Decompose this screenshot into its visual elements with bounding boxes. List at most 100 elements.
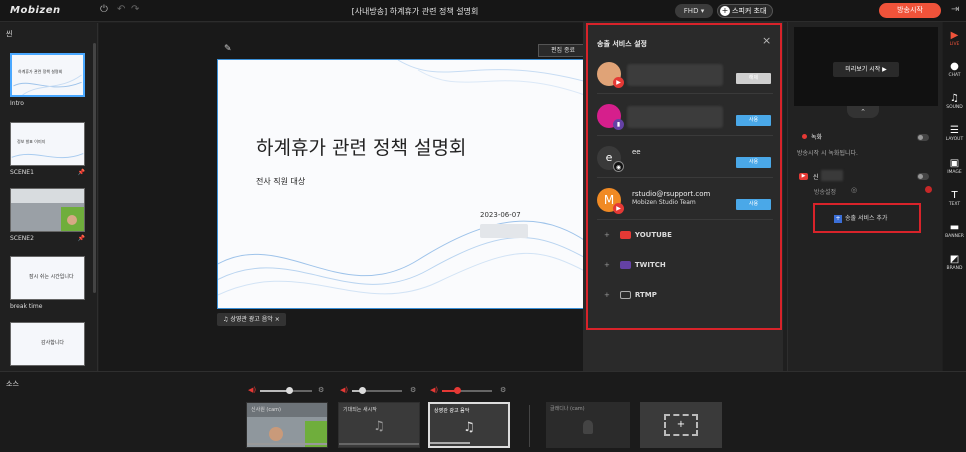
- scene-scrollbar[interactable]: [93, 43, 96, 293]
- remove-icon[interactable]: [925, 186, 932, 193]
- music-note-icon: ♫: [223, 316, 229, 323]
- source-item-music2[interactable]: 상영관 광고 음악 ♫: [428, 402, 510, 448]
- broadcast-settings-link[interactable]: 방송설정: [814, 187, 836, 196]
- scene-item-break[interactable]: 잠시 쉬는 시간입니다 break time: [10, 256, 85, 310]
- record-description: 방송시작 시 녹화됩니다.: [797, 150, 858, 157]
- rtmp-icon: [619, 291, 631, 299]
- source-item-camera[interactable]: 신사원 (cam): [246, 402, 328, 448]
- use-button[interactable]: 사용: [736, 115, 771, 126]
- rail-live[interactable]: ▶ LIVE: [943, 30, 966, 47]
- invite-speaker-button[interactable]: + 스피커 초대: [717, 4, 773, 18]
- account-team: Mobizen Studio Team: [632, 199, 696, 206]
- quality-select[interactable]: FHD ▾: [675, 4, 713, 18]
- pin-icon[interactable]: 📌: [78, 169, 85, 176]
- rail-label: LIVE: [949, 42, 960, 47]
- close-icon[interactable]: ×: [762, 34, 771, 47]
- disconnect-button[interactable]: 해제: [736, 73, 771, 84]
- blurred-account-name: [627, 64, 723, 86]
- scene-label: Intro: [10, 100, 24, 107]
- rail-image[interactable]: ▣ IMAGE: [943, 158, 966, 175]
- scene-thumbnail: 잠시 쉬는 시간입니다: [10, 256, 85, 300]
- blurred-account-name: [627, 106, 723, 128]
- source-volume-control[interactable]: ◀) ⚙: [430, 386, 510, 395]
- account-name: ee: [632, 148, 641, 156]
- person-graphic: [269, 427, 283, 441]
- start-broadcast-button[interactable]: 방송시작: [879, 3, 941, 18]
- youtube-icon: [619, 231, 631, 239]
- end-edit-button[interactable]: 편집 종료: [538, 44, 588, 57]
- volume-knob[interactable]: [285, 387, 293, 394]
- add-youtube-service[interactable]: + YOUTUBE: [604, 231, 672, 239]
- service-name: RTMP: [634, 291, 657, 299]
- gear-icon[interactable]: ⚙: [500, 386, 506, 394]
- rail-chat[interactable]: ● CHAT: [943, 61, 966, 78]
- plus-icon: +: [834, 215, 842, 223]
- music-tag[interactable]: ♫ 상영관 광고 음악 ×: [217, 313, 286, 326]
- layout-icon: ☰: [950, 125, 959, 136]
- scene-label: SCENE2: [10, 235, 34, 242]
- rail-layout[interactable]: ☰ LAYOUT: [943, 125, 966, 142]
- gear-icon[interactable]: ⚙: [318, 386, 324, 394]
- collapse-button[interactable]: ⌃: [847, 106, 879, 118]
- use-button[interactable]: 사용: [736, 199, 771, 210]
- source-item-music1[interactable]: 기대되는 새시작 ♫: [338, 402, 420, 448]
- scene-item-scene1[interactable]: 정보 발표 이미지 SCENE1 📌: [10, 122, 85, 176]
- record-toggle[interactable]: [917, 134, 929, 141]
- source-volume-control[interactable]: ◀) ⚙: [248, 386, 328, 395]
- rtmp-icon: ◉: [613, 161, 624, 172]
- twitch-icon: ▮: [613, 119, 624, 130]
- add-twitch-service[interactable]: + TWITCH: [604, 261, 666, 269]
- add-film-icon: +: [664, 414, 698, 436]
- dialog-title: 송출 서비스 설정: [597, 40, 647, 48]
- scene-panel-title: 씬: [6, 30, 13, 38]
- progress-bar: [247, 443, 327, 445]
- gear-icon[interactable]: ⚙: [410, 386, 416, 394]
- rail-sound[interactable]: ♫ SOUND: [943, 93, 966, 110]
- sound-icon: ♫: [950, 93, 959, 104]
- source-name: 신사원 (cam): [251, 407, 281, 413]
- volume-knob[interactable]: [454, 387, 461, 394]
- scene-thumbnail: [10, 188, 85, 232]
- eye-icon[interactable]: ◎: [851, 186, 857, 194]
- use-button[interactable]: 사용: [736, 157, 771, 168]
- youtube-icon: ▶: [613, 203, 624, 214]
- rail-brand[interactable]: ◩ BRAND: [943, 254, 966, 271]
- draw-icon[interactable]: ✎: [224, 44, 232, 54]
- source-item-camera-off[interactable]: 글래디나 (cam): [546, 402, 630, 448]
- speaker-icon[interactable]: ◀): [340, 386, 348, 394]
- rail-banner[interactable]: ▬ BANNER: [943, 222, 966, 239]
- person-icon: [583, 420, 593, 434]
- slide-subtitle: 전사 직원 대상: [256, 177, 306, 186]
- plus-icon: +: [720, 6, 730, 16]
- chat-icon: ●: [950, 61, 959, 72]
- blurred-presenter: [480, 224, 528, 238]
- office-ceiling: [11, 189, 84, 203]
- speaker-icon[interactable]: ◀): [248, 386, 256, 394]
- scene-item-scene2[interactable]: SCENE2 📌: [10, 188, 85, 242]
- twitch-icon: [619, 261, 631, 269]
- start-preview-button[interactable]: 미리보기 시작 ▶: [833, 62, 899, 77]
- banner-icon: ▬: [949, 222, 960, 233]
- slide-title: 하계휴가 관련 정책 설명회: [256, 137, 467, 159]
- add-rtmp-service[interactable]: + RTMP: [604, 291, 657, 299]
- rail-label: SOUND: [946, 105, 963, 110]
- scene-item-intro[interactable]: 하계휴가 관련 정책 설명회 Intro: [10, 53, 85, 107]
- invite-label: 스피커 초대: [732, 7, 767, 15]
- add-stream-service-button[interactable]: + 송출 서비스 추가: [834, 213, 887, 223]
- rail-label: BRAND: [946, 266, 963, 271]
- scene-thumbnail: 감사합니다: [10, 322, 85, 366]
- pin-icon[interactable]: 📌: [78, 235, 85, 242]
- scene-item-thanks[interactable]: 감사합니다: [10, 322, 85, 366]
- speaker-icon[interactable]: ◀): [430, 386, 438, 394]
- volume-knob[interactable]: [359, 387, 366, 394]
- rail-label: IMAGE: [947, 170, 962, 175]
- source-volume-control[interactable]: ◀) ⚙: [340, 386, 420, 395]
- broadcast-canvas[interactable]: 하계휴가 관련 정책 설명회 전사 직원 대상 2023-06-07: [217, 59, 587, 309]
- youtube-toggle[interactable]: [917, 173, 929, 180]
- add-source-button[interactable]: +: [640, 402, 722, 448]
- exit-icon[interactable]: ⇥: [951, 4, 959, 15]
- account-row: ▮ 사용: [597, 102, 773, 136]
- source-name: 상영관 광고 음악: [434, 408, 470, 414]
- rail-text[interactable]: T TEXT: [943, 190, 966, 207]
- close-icon[interactable]: ×: [275, 316, 280, 323]
